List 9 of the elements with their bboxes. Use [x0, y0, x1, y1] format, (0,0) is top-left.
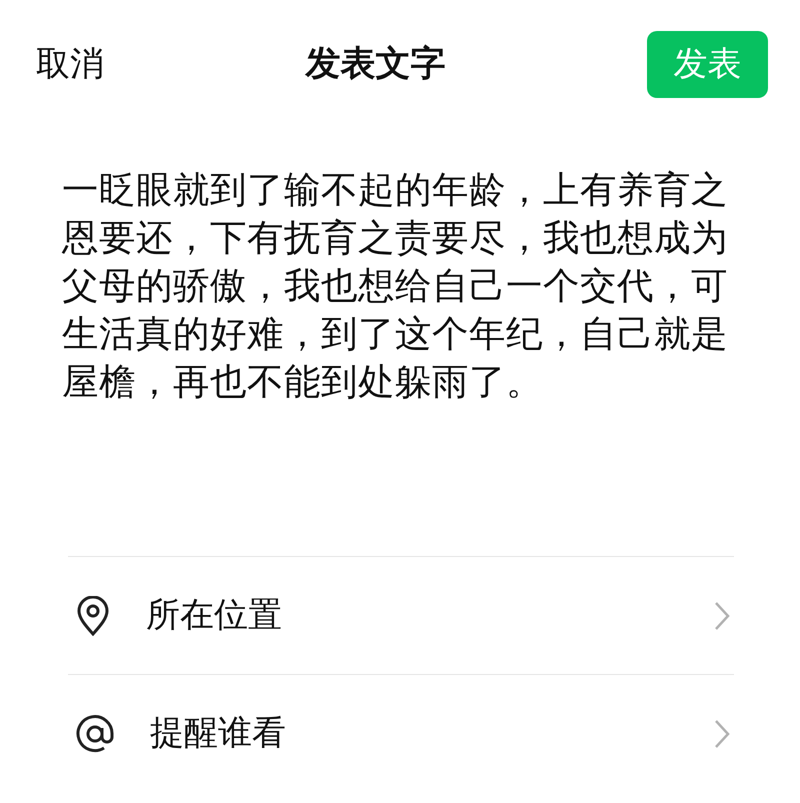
chevron-icon	[714, 718, 730, 748]
option-label[interactable]: 提醒谁看	[150, 708, 714, 759]
chevron-icon	[714, 600, 730, 630]
page-title: 发表文字	[306, 42, 446, 86]
pin-icon	[76, 596, 110, 636]
post-text[interactable]: 一眨眼就到了输不起的年龄，上有养育之恩要还，下有抚育之责要尽，我也想成为父母的骄傲，我也想给自己一个交代，可生活真的好难，到了这个年纪，自己就是屋檐，再也不能到处躲雨了。	[62, 166, 742, 406]
at-icon	[76, 714, 114, 752]
option-label[interactable]: 所在位置	[146, 590, 714, 641]
cancel-link[interactable]: 取消	[36, 38, 104, 90]
